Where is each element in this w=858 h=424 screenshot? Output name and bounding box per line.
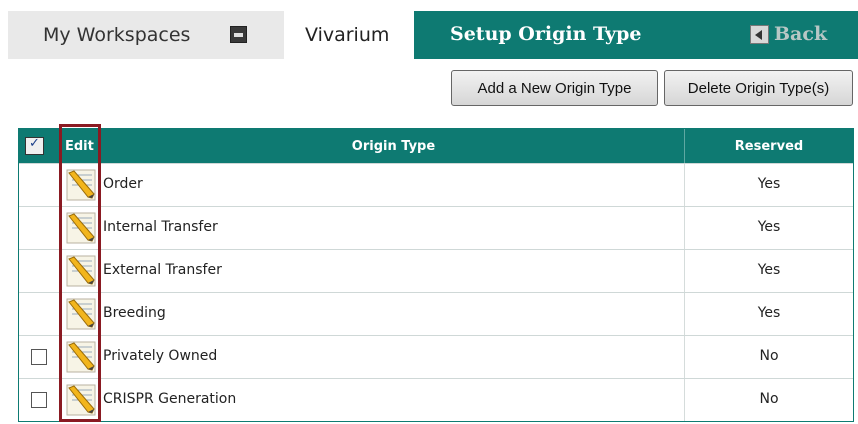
origin-type-table: Edit Origin Type Reserved OrderYesIntern… xyxy=(18,128,854,422)
back-arrow-icon xyxy=(750,24,769,44)
table-row: Privately Owned No xyxy=(19,335,853,378)
origin-type-name: Breeding xyxy=(103,305,166,321)
origin-type-name: Order xyxy=(103,176,143,192)
workspaces-tab[interactable]: My Workspaces xyxy=(8,11,284,59)
reserved-value: Yes xyxy=(757,176,781,192)
table-header: Edit Origin Type Reserved xyxy=(19,129,853,163)
edit-icon[interactable] xyxy=(66,211,97,244)
origin-type-name: Privately Owned xyxy=(103,348,218,364)
edit-icon[interactable] xyxy=(66,383,97,416)
back-label: Back xyxy=(774,23,828,45)
back-button[interactable]: Back xyxy=(750,22,827,46)
module-tab-vivarium[interactable]: Vivarium xyxy=(305,24,389,46)
workspaces-label: My Workspaces xyxy=(43,24,191,46)
reserved-value: Yes xyxy=(757,262,781,278)
reserved-value: Yes xyxy=(757,305,781,321)
edit-icon[interactable] xyxy=(66,254,97,287)
reserved-value: Yes xyxy=(757,219,781,235)
reserved-value: No xyxy=(759,391,779,407)
origin-type-name: Internal Transfer xyxy=(103,219,218,235)
edit-icon[interactable] xyxy=(66,297,97,330)
header-reserved[interactable]: Reserved xyxy=(685,129,853,163)
origin-type-name: External Transfer xyxy=(103,262,222,278)
row-select-checkbox[interactable] xyxy=(31,392,47,408)
edit-icon[interactable] xyxy=(66,168,97,201)
header-edit: Edit xyxy=(65,138,94,154)
table-row: CRISPR Generation No xyxy=(19,378,853,421)
page-title: Setup Origin Type xyxy=(450,23,642,45)
table-row: Internal Transfer Yes xyxy=(19,206,853,249)
table-row: Breeding Yes xyxy=(19,292,853,335)
dropdown-icon[interactable] xyxy=(230,26,247,43)
select-all-icon[interactable] xyxy=(25,136,44,155)
reserved-value: No xyxy=(759,348,779,364)
table-row: External Transfer Yes xyxy=(19,249,853,292)
top-navigation: My Workspaces Vivarium Setup Origin Type… xyxy=(0,0,858,61)
table-row: Order Yes xyxy=(19,163,853,206)
table-body: Order Yes Internal Transfer Yes External Tra… xyxy=(19,163,853,421)
header-origin-type[interactable]: Origin Type xyxy=(103,129,684,163)
row-select-checkbox[interactable] xyxy=(31,349,47,365)
add-origin-type-button[interactable]: Add a New Origin Type xyxy=(451,70,658,106)
origin-type-name: CRISPR Generation xyxy=(103,391,237,407)
delete-origin-types-button[interactable]: Delete Origin Type(s) xyxy=(664,70,853,106)
edit-icon[interactable] xyxy=(66,340,97,373)
page-title-bar: Setup Origin Type Back xyxy=(414,11,858,59)
